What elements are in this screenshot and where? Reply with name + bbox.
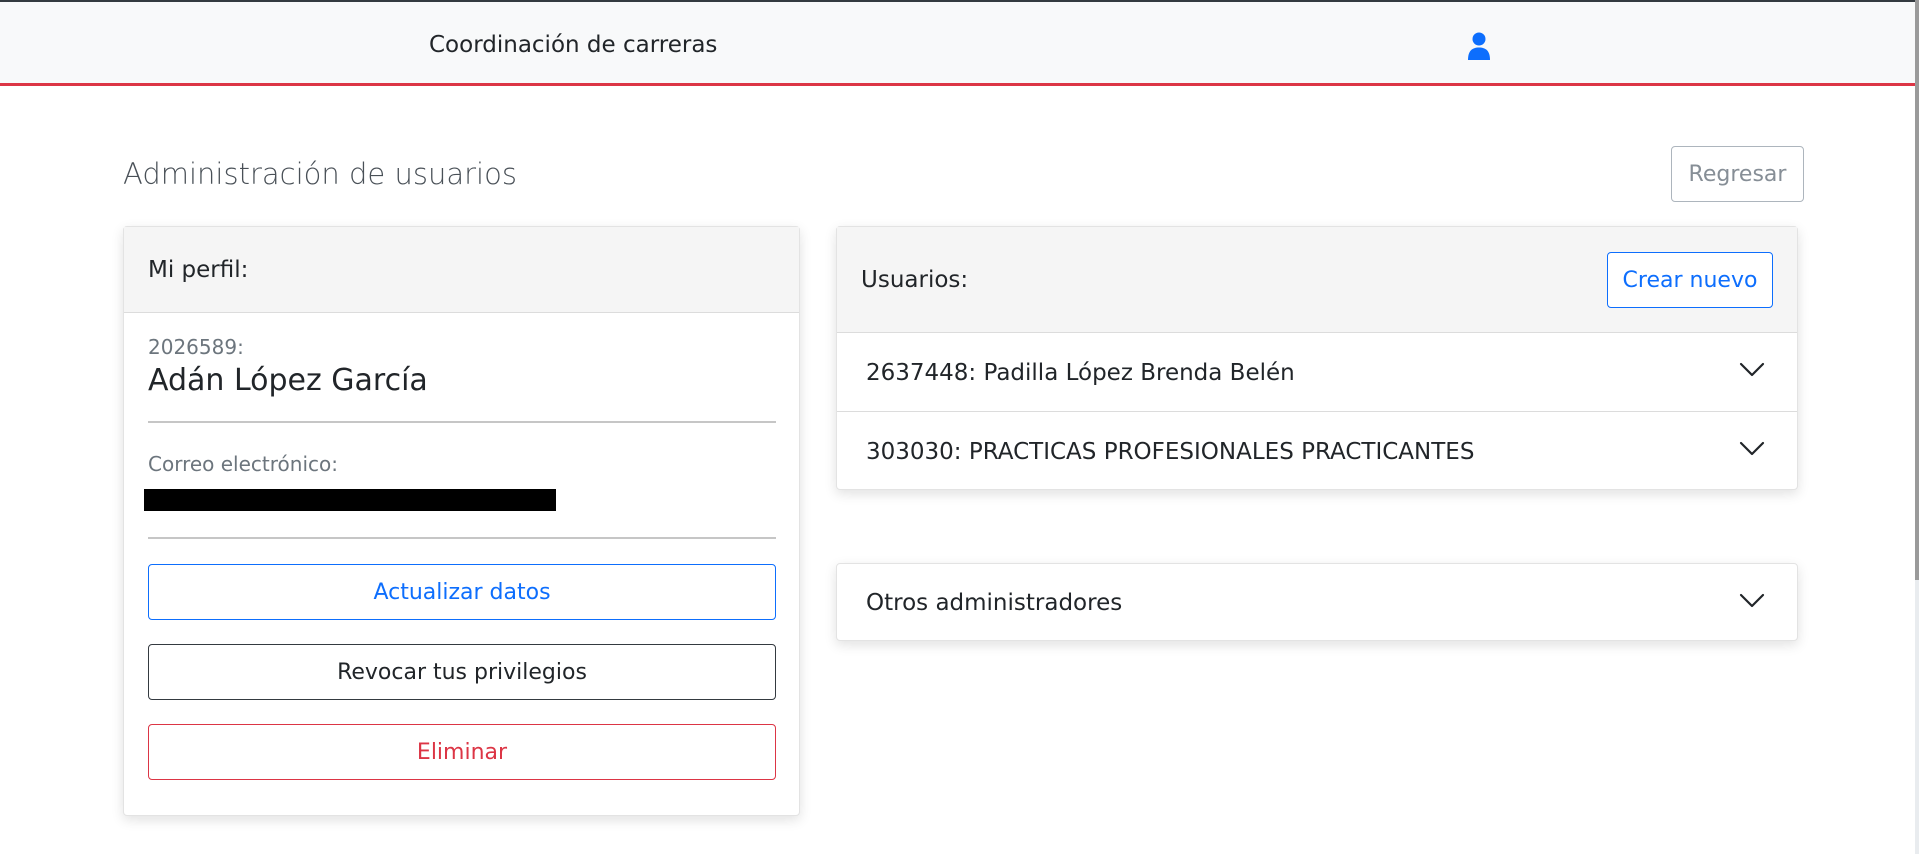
user-icon[interactable] (1467, 32, 1491, 60)
navbar: Coordinación de carreras (0, 0, 1917, 86)
users-card-header: Usuarios: Crear nuevo (837, 227, 1797, 333)
navbar-brand[interactable]: Coordinación de carreras (429, 32, 717, 58)
profile-header-label: Mi perfil: (148, 257, 249, 283)
chevron-down-icon[interactable] (1739, 361, 1765, 379)
other-admins-label: Otros administradores (866, 590, 1123, 616)
divider (148, 421, 776, 423)
chevron-down-icon[interactable] (1739, 440, 1765, 458)
create-new-button[interactable]: Crear nuevo (1607, 252, 1773, 308)
profile-id: 2026589: (148, 335, 244, 359)
chevron-down-icon[interactable] (1739, 592, 1765, 610)
update-data-button[interactable]: Actualizar datos (148, 564, 776, 620)
user-row[interactable]: 303030: PRACTICAS PROFESIONALES PRACTICA… (837, 412, 1797, 491)
back-button[interactable]: Regresar (1671, 146, 1804, 202)
users-header-label: Usuarios: (861, 267, 969, 293)
profile-card: Mi perfil: 2026589: Adán López García Co… (123, 226, 800, 816)
page-scrollbar[interactable] (1915, 0, 1919, 854)
email-label: Correo electrónico: (148, 452, 338, 476)
email-value-redacted (144, 489, 556, 511)
revoke-privileges-button[interactable]: Revocar tus privilegios (148, 644, 776, 700)
users-list: 2637448: Padilla López Brenda Belén 3030… (837, 333, 1797, 489)
page-title: Administración de usuarios (123, 157, 517, 191)
user-row[interactable]: 2637448: Padilla López Brenda Belén (837, 333, 1797, 412)
divider (148, 537, 776, 539)
other-admins-card[interactable]: Otros administradores (836, 563, 1798, 641)
scrollbar-thumb[interactable] (1915, 0, 1919, 580)
user-row-label: 303030: PRACTICAS PROFESIONALES PRACTICA… (866, 439, 1475, 465)
user-row-label: 2637448: Padilla López Brenda Belén (866, 360, 1295, 386)
profile-card-header: Mi perfil: (124, 227, 799, 313)
profile-name: Adán López García (148, 363, 428, 398)
users-card: Usuarios: Crear nuevo 2637448: Padilla L… (836, 226, 1798, 490)
delete-button[interactable]: Eliminar (148, 724, 776, 780)
